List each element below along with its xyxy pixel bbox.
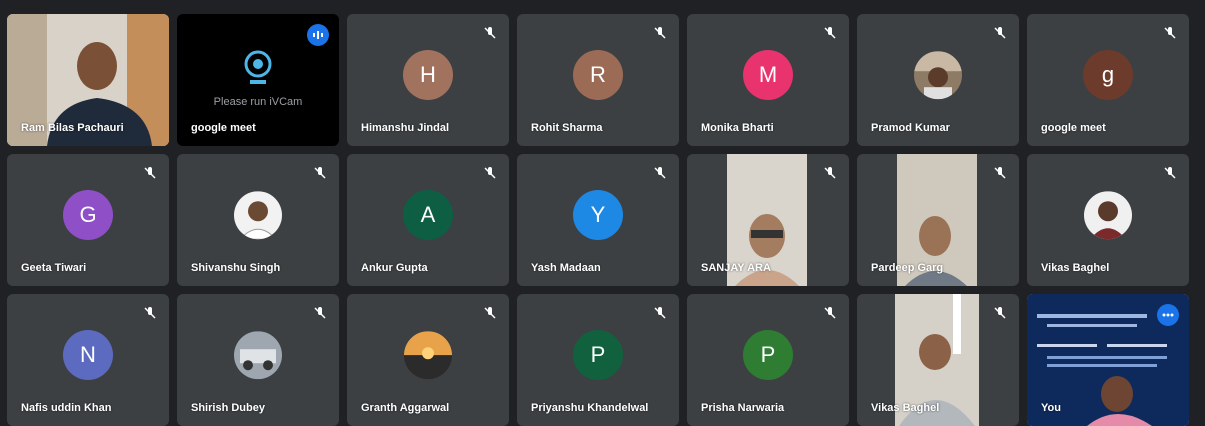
mic-off-icon bbox=[994, 307, 1006, 319]
participant-name: Vikas Baghel bbox=[871, 402, 940, 414]
mic-off-icon bbox=[994, 27, 1006, 39]
avatar: R bbox=[573, 50, 623, 100]
participant-name: Himanshu Jindal bbox=[361, 122, 450, 134]
profile-photo bbox=[234, 331, 282, 380]
participant-tile[interactable]: P Priyanshu Khandelwal bbox=[517, 294, 679, 426]
participant-name: Shivanshu Singh bbox=[191, 262, 281, 274]
participant-name: Geeta Tiwari bbox=[21, 262, 87, 274]
mic-off-icon bbox=[314, 307, 326, 319]
profile-photo bbox=[404, 331, 452, 380]
mic-off-icon bbox=[654, 167, 666, 179]
participant-tile[interactable]: g google meet bbox=[1027, 14, 1189, 146]
avatar: P bbox=[573, 330, 623, 380]
participant-name: Prisha Narwaria bbox=[701, 402, 785, 414]
participant-name: Granth Aggarwal bbox=[361, 402, 450, 414]
mic-off-icon bbox=[824, 307, 836, 319]
participant-name: Monika Bharti bbox=[701, 122, 774, 134]
mic-off-icon bbox=[824, 27, 836, 39]
participant-name: SANJAY ARA bbox=[701, 262, 771, 274]
participant-name: Pardeep Garg bbox=[871, 262, 944, 274]
mic-off-icon bbox=[484, 27, 496, 39]
avatar: G bbox=[63, 190, 113, 240]
avatar: M bbox=[743, 50, 793, 100]
mic-off-icon bbox=[1164, 167, 1176, 179]
participant-tile[interactable]: M Monika Bharti bbox=[687, 14, 849, 146]
participant-tile[interactable]: A Ankur Gupta bbox=[347, 154, 509, 286]
participant-tile[interactable]: Y Yash Madaan bbox=[517, 154, 679, 286]
participant-tile[interactable]: SANJAY ARA bbox=[687, 154, 849, 286]
participant-tile[interactable]: Vikas Baghel bbox=[1027, 154, 1189, 286]
mic-off-icon bbox=[144, 307, 156, 319]
speaking-indicator-icon bbox=[307, 24, 329, 46]
participant-tile[interactable]: You bbox=[1027, 294, 1189, 426]
mic-off-icon bbox=[1164, 27, 1176, 39]
more-options-icon[interactable] bbox=[1157, 304, 1179, 326]
mic-off-icon bbox=[654, 27, 666, 39]
participant-tile[interactable]: N Nafis uddin Khan bbox=[7, 294, 169, 426]
participant-name: Vikas Baghel bbox=[1041, 262, 1110, 274]
participant-name: google meet bbox=[1041, 122, 1106, 134]
participant-name: Nafis uddin Khan bbox=[21, 402, 112, 414]
participant-tile[interactable]: Ram Bilas Pachauri bbox=[7, 14, 169, 146]
participant-tile[interactable]: G Geeta Tiwari bbox=[7, 154, 169, 286]
participant-tile[interactable]: Shirish Dubey bbox=[177, 294, 339, 426]
mic-off-icon bbox=[994, 167, 1006, 179]
avatar: P bbox=[743, 330, 793, 380]
participant-tile[interactable]: Granth Aggarwal bbox=[347, 294, 509, 426]
participant-name: You bbox=[1041, 402, 1061, 414]
participant-tile[interactable]: H Himanshu Jindal bbox=[347, 14, 509, 146]
mic-off-icon bbox=[484, 167, 496, 179]
webcam-icon bbox=[244, 50, 272, 84]
participant-name: Shirish Dubey bbox=[191, 402, 265, 414]
avatar: H bbox=[403, 50, 453, 100]
mic-off-icon bbox=[314, 167, 326, 179]
participant-tile[interactable]: Pardeep Garg bbox=[857, 154, 1019, 286]
profile-photo bbox=[914, 51, 962, 100]
mic-off-icon bbox=[484, 307, 496, 319]
mic-off-icon bbox=[144, 167, 156, 179]
participant-name: Priyanshu Khandelwal bbox=[531, 402, 649, 414]
participant-name: Rohit Sharma bbox=[531, 122, 603, 134]
participant-name: Ram Bilas Pachauri bbox=[21, 122, 124, 134]
mic-off-icon bbox=[824, 167, 836, 179]
participant-tile[interactable]: Shivanshu Singh bbox=[177, 154, 339, 286]
participant-grid: Ram Bilas Pachauri Please run iVCam goog… bbox=[7, 14, 1189, 426]
participant-tile[interactable]: P Prisha Narwaria bbox=[687, 294, 849, 426]
participant-tile[interactable]: Pramod Kumar bbox=[857, 14, 1019, 146]
participant-name: Yash Madaan bbox=[531, 262, 601, 274]
profile-photo bbox=[234, 191, 282, 240]
participant-name: google meet bbox=[191, 122, 256, 134]
participant-tile[interactable]: Please run iVCam google meet bbox=[177, 14, 339, 146]
participant-tile[interactable]: R Rohit Sharma bbox=[517, 14, 679, 146]
camera-message: Please run iVCam bbox=[213, 96, 303, 108]
avatar: A bbox=[403, 190, 453, 240]
mic-off-icon bbox=[654, 307, 666, 319]
participant-tile[interactable]: Vikas Baghel bbox=[857, 294, 1019, 426]
avatar: Y bbox=[573, 190, 623, 240]
avatar: g bbox=[1083, 50, 1133, 100]
participant-name: Ankur Gupta bbox=[361, 262, 428, 274]
avatar: N bbox=[63, 330, 113, 380]
profile-photo bbox=[1084, 191, 1132, 240]
participant-name: Pramod Kumar bbox=[871, 122, 950, 134]
